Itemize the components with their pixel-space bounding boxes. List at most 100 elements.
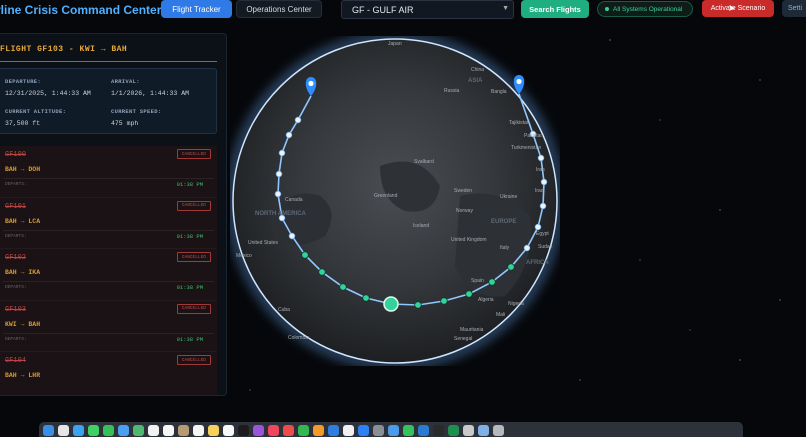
top-bar: rline Crisis Command Center Flight Track…: [0, 0, 806, 20]
maps-icon[interactable]: [133, 424, 144, 436]
flight-list-item[interactable]: GF102 CANCELLED BAH → IKA DEPARTS: 01:38…: [0, 249, 217, 301]
map-label-sweden: Sweden: [454, 188, 473, 194]
whatsapp-icon[interactable]: [403, 424, 414, 436]
globe-map[interactable]: Japan China Russia ASIA Bangla Tajikistan Paki…: [230, 36, 560, 366]
map-label-mali: Mali: [496, 312, 506, 318]
current-position-marker[interactable]: [383, 296, 399, 312]
facetime-icon[interactable]: [103, 424, 114, 436]
safari-icon[interactable]: [73, 424, 84, 436]
trash-icon[interactable]: [493, 424, 504, 436]
flight-list-item[interactable]: GF104 CANCELLED BAH → LHR: [0, 352, 217, 395]
map-label-mauritania: Mauritania: [460, 327, 484, 333]
cancelled-badge: CANCELLED: [176, 149, 211, 159]
item-divider: [3, 332, 214, 334]
departs-label: DEPARTS:: [5, 336, 27, 342]
contacts-icon[interactable]: [178, 424, 189, 436]
appstore-icon[interactable]: [358, 424, 369, 436]
map-label-spain: Spain: [471, 278, 484, 284]
arrival-value: 1/1/2026, 1:44:33 AM: [111, 90, 190, 97]
map-label-europe: EUROPE: [491, 219, 517, 225]
departure-time: 01:38 PM: [176, 181, 203, 188]
photos-icon[interactable]: [148, 424, 159, 436]
activate-scenario-button[interactable]: Activate Scenario: [702, 0, 774, 17]
route-waypoint: [507, 263, 515, 271]
item-divider: [3, 281, 214, 282]
flight-details-panel: FLIGHT GF103 - KWI → BAH DEPARTURE: 12/3…: [0, 33, 227, 396]
route-waypoint: [534, 223, 542, 231]
keynote-icon[interactable]: [328, 424, 339, 436]
route-waypoint: [301, 251, 309, 259]
status-dot-icon: [605, 7, 609, 11]
music-icon[interactable]: [268, 424, 279, 436]
help-icon[interactable]: [463, 424, 474, 436]
item-divider: [3, 178, 214, 179]
mail-icon[interactable]: [118, 424, 129, 436]
map-label-canada: Canada: [285, 197, 303, 203]
preview-icon[interactable]: [388, 424, 399, 436]
flight-list-item[interactable]: GF103 CANCELLED KWI → BAH DEPARTS: 01:38…: [0, 300, 217, 352]
numbers-icon[interactable]: [298, 424, 309, 436]
destination-pin-icon-center: [516, 78, 522, 85]
news-icon[interactable]: [283, 424, 294, 436]
excel-icon[interactable]: [448, 424, 459, 436]
route-waypoint: [465, 290, 473, 298]
flight-number: GF102: [5, 254, 27, 262]
map-label-italy: Italy: [500, 245, 510, 251]
flight-number: GF101: [5, 202, 27, 211]
system-status-badge: All Systems Operational: [597, 1, 693, 17]
flight-list-item[interactable]: GF101 CANCELLED BAH → LCA DEPARTS: 01:38…: [0, 197, 217, 249]
launchpad-icon[interactable]: [58, 424, 69, 436]
panel-divider: [0, 61, 217, 62]
map-label-japan: Japan: [388, 41, 402, 47]
podcasts-icon[interactable]: [253, 424, 264, 436]
flight-list-item[interactable]: GF100 CANCELLED BAH → DOH DEPARTS: 01:38…: [0, 146, 217, 198]
map-label-tajikistan: Tajikistan: [509, 120, 530, 126]
map-label-cuba: Cuba: [278, 307, 290, 313]
messages-icon[interactable]: [88, 424, 99, 436]
panel-title: FLIGHT GF103 - KWI → BAH: [0, 45, 128, 54]
pages-icon[interactable]: [313, 424, 324, 436]
chrome-icon[interactable]: [343, 424, 354, 436]
flight-number: GF100: [5, 151, 27, 159]
cancelled-badge: CANCELLED: [176, 252, 211, 262]
departure-time: 01:38 PM: [176, 335, 203, 343]
departure-value: 12/31/2025, 1:44:33 AM: [5, 90, 91, 97]
downloads-icon[interactable]: [478, 424, 489, 436]
route-waypoint: [274, 190, 282, 198]
map-label-turkmenistan: Turkmenistan: [511, 145, 542, 151]
map-label-algeria: Algeria: [478, 297, 494, 303]
flight-number: GF103: [5, 305, 27, 314]
map-label-asia: ASIA: [468, 78, 483, 84]
reminders-icon[interactable]: [193, 424, 204, 436]
search-flights-button[interactable]: Search Flights: [521, 0, 589, 18]
map-label-africa: AFRICA: [526, 260, 549, 266]
map-label-north-america: NORTH AMERICA: [255, 211, 306, 217]
vscode-icon[interactable]: [418, 424, 429, 436]
map-label-sudan: Sudan: [538, 244, 553, 250]
settings-button[interactable]: Setti: [782, 0, 806, 17]
freeform-icon[interactable]: [223, 424, 234, 436]
tab-flight-tracker[interactable]: Flight Tracker: [161, 0, 232, 18]
appletv-icon[interactable]: [238, 424, 249, 436]
airline-select[interactable]: GF - GULF AIR ▼: [341, 0, 514, 19]
map-label-ukraine: Ukraine: [500, 194, 518, 200]
terminal-icon[interactable]: [433, 424, 444, 436]
route-waypoint: [339, 283, 347, 291]
departs-label: DEPARTS:: [5, 233, 27, 239]
cancelled-badge: CANCELLED: [176, 355, 211, 365]
departure-time: 01:38 PM: [176, 232, 203, 240]
map-label-greenland: Greenland: [374, 193, 398, 199]
settings-icon[interactable]: [373, 424, 384, 436]
finder-icon[interactable]: [43, 424, 54, 436]
map-label-svalbard: Svalbard: [414, 159, 434, 165]
tab-operations-center[interactable]: Operations Center: [236, 0, 322, 18]
flight-list: GF100 CANCELLED BAH → DOH DEPARTS: 01:38…: [0, 146, 217, 395]
calendar-icon[interactable]: [163, 424, 174, 436]
flight-route: BAH → LCA: [5, 217, 41, 225]
departure-label: DEPARTURE:: [5, 78, 42, 85]
route-waypoint: [275, 170, 283, 178]
flight-route: BAH → LHR: [5, 372, 41, 379]
notes-icon[interactable]: [208, 424, 219, 436]
map-label-united-states: United States: [248, 240, 279, 246]
map-label-colombia: Colombia: [288, 335, 310, 341]
